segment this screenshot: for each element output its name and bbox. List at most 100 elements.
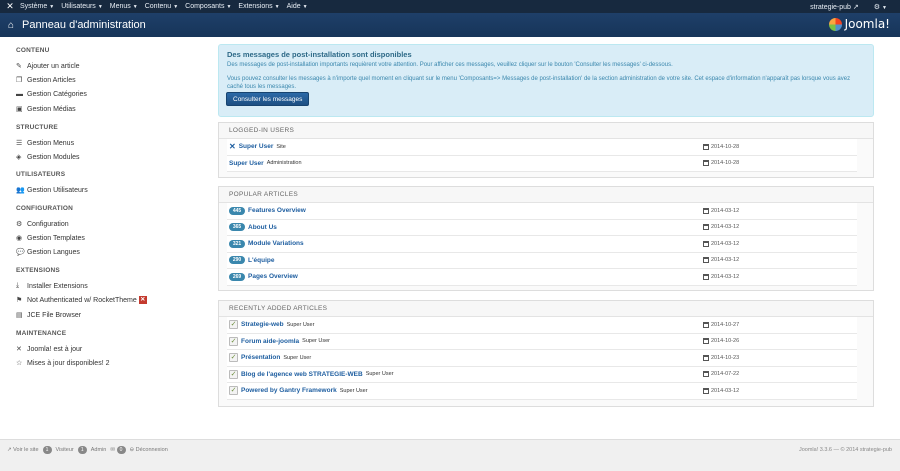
row-date: 2014-10-27: [711, 321, 740, 328]
check-icon[interactable]: ✓: [229, 320, 238, 330]
check-icon[interactable]: ✓: [229, 353, 238, 363]
page-title: Panneau d'administration: [22, 19, 146, 31]
sidebar-item-gestion-utilisateurs[interactable]: 👥 Gestion Utilisateurs: [16, 186, 88, 195]
sidebar-item-gestion-articles[interactable]: ❐ Gestion Articles: [16, 76, 76, 85]
user-menu[interactable]: strategie-pub ↗: [810, 3, 859, 11]
calendar-icon: [703, 257, 709, 264]
article-link[interactable]: Features Overview: [248, 207, 306, 214]
sidebar-item-gestion-menus[interactable]: ☰ Gestion Menus: [16, 139, 75, 148]
article-link[interactable]: Forum aide-joomla: [241, 338, 299, 345]
sidebar-item-rockettheme[interactable]: ⚑ Not Authenticated w/ RocketTheme ✕: [16, 296, 147, 304]
chevron-down-icon: ▼: [882, 4, 887, 11]
check-icon[interactable]: ✓: [229, 369, 238, 379]
sidebar-item-label: Gestion Articles: [27, 76, 76, 84]
sidebar-item-label: Gestion Modules: [27, 153, 80, 161]
home-icon: ⌂: [7, 19, 15, 31]
hits-badge: 365: [229, 223, 245, 232]
brand-logo: Joomla!: [828, 17, 890, 31]
alert-text-1: Des messages de post-installation import…: [227, 62, 673, 68]
sidebar-heading-structure: STRUCTURE: [16, 124, 58, 131]
user-link[interactable]: Super User: [239, 143, 274, 150]
logout-link[interactable]: ⊖ Déconnexion: [130, 447, 168, 453]
menu-label: Composants: [185, 3, 225, 10]
calendar-icon: [703, 273, 709, 280]
sidebar-item-label: Gestion Menus: [27, 139, 75, 147]
settings-menu[interactable]: ⚙ ▼: [874, 3, 887, 11]
menu-systeme[interactable]: Système ▼: [20, 3, 54, 10]
file-icon: ▤: [16, 312, 23, 319]
copyright: Joomla! 3.3.6 — © 2014 strategie-pub: [798, 447, 892, 453]
sidebar-item-joomla-a-jour[interactable]: ✕ Joomla! est à jour: [16, 345, 82, 354]
article-link[interactable]: Module Variations: [248, 240, 304, 247]
list-icon: ☰: [16, 140, 23, 147]
sidebar-item-jce-file-browser[interactable]: ▤ JCE File Browser: [16, 311, 81, 320]
copy-icon: ❐: [16, 77, 23, 84]
sidebar-item-ajouter-article[interactable]: ✎ Ajouter un article: [16, 62, 80, 71]
user-name: strategie-pub: [810, 3, 851, 11]
article-link[interactable]: Blog de l'agence web STRATEGIE-WEB: [241, 371, 363, 378]
calendar-icon: [703, 371, 709, 378]
view-messages-button[interactable]: Consulter les messages: [226, 92, 310, 106]
chevron-down-icon: ▼: [97, 4, 103, 10]
hits-badge: 269: [229, 272, 245, 281]
calendar-icon: [703, 207, 709, 214]
view-site-label: Voir le site: [13, 447, 39, 453]
eye-icon: ◉: [16, 235, 23, 242]
article-link[interactable]: Powered by Gantry Framework: [241, 387, 337, 394]
user-link[interactable]: Super User: [229, 160, 264, 167]
joomla-logo-icon: [828, 17, 842, 31]
menu-composants[interactable]: Composants ▼: [185, 3, 231, 10]
check-icon[interactable]: ✓: [229, 336, 238, 346]
menu-label: Système: [20, 3, 48, 10]
post-install-alert: Des messages de post-installation sont d…: [218, 44, 874, 117]
menu-aide[interactable]: Aide ▼: [287, 3, 308, 10]
joomla-icon[interactable]: ✕: [0, 1, 20, 12]
messages-count-badge: 0: [116, 446, 126, 454]
sidebar-item-gestion-categories[interactable]: ▬ Gestion Catégories: [16, 91, 87, 98]
menu-menus[interactable]: Menus ▼: [110, 3, 138, 10]
table-row: 321 Module Variations 2014-03-12: [227, 236, 857, 253]
menu-utilisateurs[interactable]: Utilisateurs ▼: [61, 3, 103, 10]
recent-articles-panel: RECENTLY ADDED ARTICLES ✓ Strategie-web Su…: [218, 300, 874, 407]
folder-icon: ▬: [16, 91, 23, 98]
chevron-down-icon: ▼: [302, 4, 308, 10]
menu-extensions[interactable]: Extensions ▼: [238, 3, 279, 10]
row-date: 2014-03-12: [711, 207, 740, 214]
calendar-icon: [703, 224, 709, 231]
sidebar-item-configuration[interactable]: ⚙ Configuration: [16, 220, 69, 229]
sidebar-item-gestion-langues[interactable]: 💬 Gestion Langues: [16, 248, 80, 257]
calendar-icon: [703, 338, 709, 345]
gear-icon: ⚙: [873, 3, 881, 11]
table-row: 365 About Us 2014-03-12: [227, 219, 857, 236]
article-author: Super User: [283, 354, 312, 361]
calendar-icon: [703, 354, 709, 361]
article-link[interactable]: Pages Overview: [248, 273, 298, 280]
sidebar-item-installer-extensions[interactable]: ⤓ Installer Extensions: [16, 282, 88, 290]
cube-icon: ◈: [16, 154, 22, 161]
status-footer: ↗ Voir le site 1 Visiteur 1 Admin ✉ 0 ⊖ …: [0, 439, 900, 471]
messages-link[interactable]: ✉ 0: [110, 446, 126, 454]
menu-contenu[interactable]: Contenu ▼: [145, 3, 178, 10]
article-link[interactable]: L'équipe: [248, 257, 274, 264]
pencil-icon: ✎: [16, 63, 22, 70]
close-icon[interactable]: ✕: [229, 142, 236, 151]
check-icon[interactable]: ✓: [229, 386, 238, 396]
sidebar-item-gestion-medias[interactable]: ▣ Gestion Médias: [16, 105, 76, 114]
sidebar-heading-contenu: CONTENU: [16, 47, 50, 54]
sidebar: CONTENU ✎ Ajouter un article ❐ Gestion Art…: [0, 37, 210, 439]
article-link[interactable]: Présentation: [241, 354, 280, 361]
title-bar: ⌂ Panneau d'administration Joomla!: [0, 13, 900, 37]
hits-badge: 321: [229, 239, 245, 248]
external-link-icon: ↗: [852, 3, 859, 11]
mail-icon: ✉: [110, 447, 115, 453]
article-link[interactable]: About Us: [248, 224, 277, 231]
row-date: 2014-07-22: [711, 371, 740, 378]
view-site-link[interactable]: ↗ Voir le site: [7, 447, 39, 453]
article-link[interactable]: Strategie-web: [241, 321, 284, 328]
article-author: Super User: [365, 371, 394, 378]
sidebar-item-gestion-modules[interactable]: ◈ Gestion Modules: [16, 153, 80, 162]
sidebar-item-mises-a-jour[interactable]: ☆ Mises à jour disponibles! 2: [16, 359, 110, 368]
joomla-icon: ✕: [16, 346, 22, 353]
sidebar-item-gestion-templates[interactable]: ◉ Gestion Templates: [16, 234, 85, 243]
sidebar-heading-maintenance: MAINTENANCE: [16, 330, 67, 337]
